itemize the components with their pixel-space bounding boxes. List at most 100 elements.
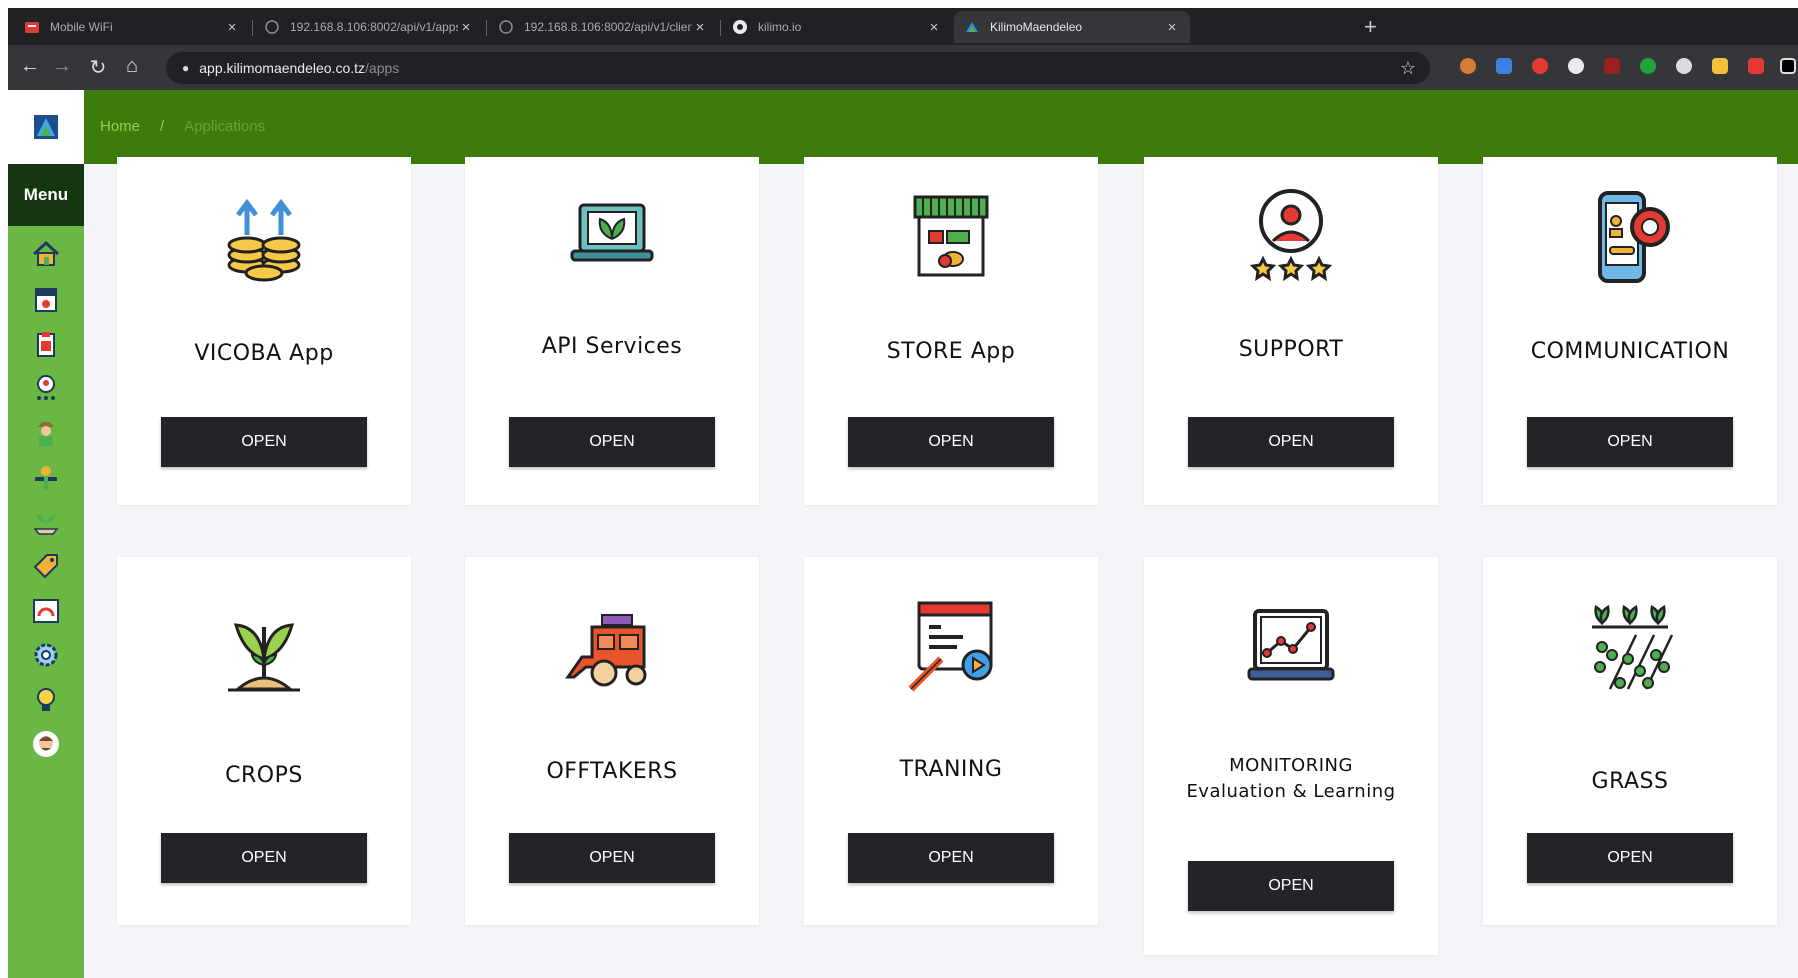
open-support-button[interactable]: OPEN (1188, 417, 1394, 467)
phone-notification-icon (1598, 191, 1670, 283)
browser-tab-clients[interactable]: 192.168.8.106:8002/api/v1/clients × (488, 11, 718, 43)
extension-icon[interactable] (1748, 58, 1764, 74)
sidebar: Menu (8, 164, 84, 978)
app-card-grass: GRASS OPEN (1483, 557, 1777, 925)
extension-icon[interactable] (1460, 58, 1476, 74)
globe-icon (732, 19, 748, 35)
new-tab-button[interactable]: + (1364, 14, 1377, 40)
plant-icon (228, 623, 300, 692)
app-title: STORE App (886, 339, 1016, 364)
scarecrow-icon[interactable] (30, 461, 62, 493)
extension-icon[interactable] (1780, 58, 1796, 74)
monitoring-chart-icon (1247, 609, 1335, 681)
lightbulb-icon[interactable] (30, 684, 62, 716)
app-header: Home / Applications (8, 90, 1798, 164)
tab-title: 192.168.8.106:8002/api/v1/apps (290, 20, 458, 34)
url-host: app.kilimomaendeleo.co.tz (199, 60, 366, 76)
app-card-crops: CROPS OPEN (117, 557, 411, 925)
tab-separator (252, 20, 253, 36)
app-card-api: API Services OPEN (465, 157, 759, 505)
tab-title: KilimoMaendeleo (990, 20, 1083, 34)
close-icon[interactable]: × (224, 19, 240, 36)
harvester-icon (565, 614, 647, 687)
home-button-icon[interactable]: ⌂ (120, 55, 144, 78)
browser-toolbar: ← → ↻ ⌂ ● app.kilimomaendeleo.co.tz/apps… (8, 45, 1798, 90)
extension-icon[interactable] (1640, 58, 1656, 74)
app-title: OFFTAKERS (546, 759, 678, 784)
app-card-vicoba: VICOBA App OPEN (117, 157, 411, 505)
close-icon[interactable]: × (458, 19, 474, 36)
forward-icon[interactable]: → (50, 55, 74, 78)
app-card-store: STORE App OPEN (804, 157, 1098, 505)
browser-tab-kilimomaendeleo[interactable]: KilimoMaendeleo × (954, 11, 1190, 43)
open-crops-button[interactable]: OPEN (161, 833, 367, 883)
extension-icon[interactable] (1496, 58, 1512, 74)
app-title: API Services (541, 334, 683, 359)
browser-tab-mobile-wifi[interactable]: Mobile WiFi × (14, 11, 250, 43)
open-vicoba-button[interactable]: OPEN (161, 417, 367, 467)
kilimo-logo-icon (964, 19, 980, 35)
open-store-button[interactable]: OPEN (848, 417, 1054, 467)
app-title: TRANING (899, 757, 1003, 782)
tag-icon[interactable] (30, 550, 62, 582)
laptop-leaf-icon (570, 203, 654, 262)
address-bar[interactable]: ● app.kilimomaendeleo.co.tz/apps ☆ (166, 52, 1430, 84)
tab-separator (720, 20, 721, 36)
open-api-button[interactable]: OPEN (509, 417, 715, 467)
dashboard-icon[interactable] (30, 595, 62, 627)
app-title: GRASS (1591, 769, 1669, 794)
clipboard-icon[interactable] (30, 328, 62, 360)
page: Mobile WiFi × 192.168.8.106:8002/api/v1/… (8, 8, 1798, 978)
router-icon (24, 19, 40, 35)
app-title: SUPPORT (1238, 337, 1344, 362)
extension-icon[interactable] (1568, 58, 1584, 74)
app-card-offtakers: OFFTAKERS OPEN (465, 557, 759, 925)
app-title-line: MONITORING (1229, 755, 1353, 776)
app-title: VICOBA App (194, 341, 334, 366)
breadcrumb-current: Applications (184, 118, 266, 135)
open-monitoring-button[interactable]: OPEN (1188, 861, 1394, 911)
breadcrumb-separator: / (160, 118, 165, 135)
training-icon (908, 601, 993, 692)
sprout-hand-icon[interactable] (30, 506, 62, 538)
browser-tab-kilimo-io[interactable]: kilimo.io × (722, 11, 952, 43)
user-icon[interactable] (30, 372, 62, 404)
menu-toggle[interactable]: Menu (8, 164, 84, 226)
close-icon[interactable]: × (926, 19, 942, 36)
app-logo[interactable] (8, 90, 84, 164)
app-card-monitoring: MONITORING Evaluation & Learning OPEN (1144, 557, 1438, 955)
open-traning-button[interactable]: OPEN (848, 833, 1054, 883)
bookmark-star-icon[interactable]: ☆ (1400, 58, 1416, 79)
extension-icon[interactable] (1676, 58, 1692, 74)
store-icon[interactable] (30, 283, 62, 315)
reload-icon[interactable]: ↻ (86, 55, 110, 80)
tab-title: Mobile WiFi (50, 20, 113, 34)
tab-separator (486, 20, 487, 36)
kilimo-logo-icon (34, 115, 58, 139)
home-icon[interactable] (30, 238, 62, 270)
browser-tab-apps[interactable]: 192.168.8.106:8002/api/v1/apps × (254, 11, 484, 43)
extension-icon[interactable] (1712, 58, 1728, 74)
market-stall-icon (913, 195, 989, 277)
close-icon[interactable]: × (1164, 19, 1180, 36)
tab-title: 192.168.8.106:8002/api/v1/clients (524, 20, 692, 34)
avatar-icon[interactable] (30, 728, 62, 760)
open-grass-button[interactable]: OPEN (1527, 833, 1733, 883)
coins-icon (227, 198, 301, 282)
extension-icon[interactable] (1604, 58, 1620, 74)
extension-icon[interactable] (1532, 58, 1548, 74)
app-title: MONITORING Evaluation & Learning (1144, 753, 1438, 805)
open-offtakers-button[interactable]: OPEN (509, 833, 715, 883)
open-communication-button[interactable]: OPEN (1527, 417, 1733, 467)
app-card-support: SUPPORT OPEN (1144, 157, 1438, 505)
back-icon[interactable]: ← (18, 55, 42, 78)
app-card-communication: COMMUNICATION OPEN (1483, 157, 1777, 505)
breadcrumb-home[interactable]: Home (100, 118, 140, 135)
app-subtitle-line: Evaluation & Learning (1186, 781, 1396, 802)
grass-icon (1592, 605, 1674, 690)
gear-icon[interactable] (30, 639, 62, 671)
support-rating-icon (1249, 189, 1333, 282)
farmer-icon[interactable] (30, 417, 62, 449)
close-icon[interactable]: × (692, 19, 708, 36)
browser-tab-bar: Mobile WiFi × 192.168.8.106:8002/api/v1/… (8, 8, 1798, 45)
